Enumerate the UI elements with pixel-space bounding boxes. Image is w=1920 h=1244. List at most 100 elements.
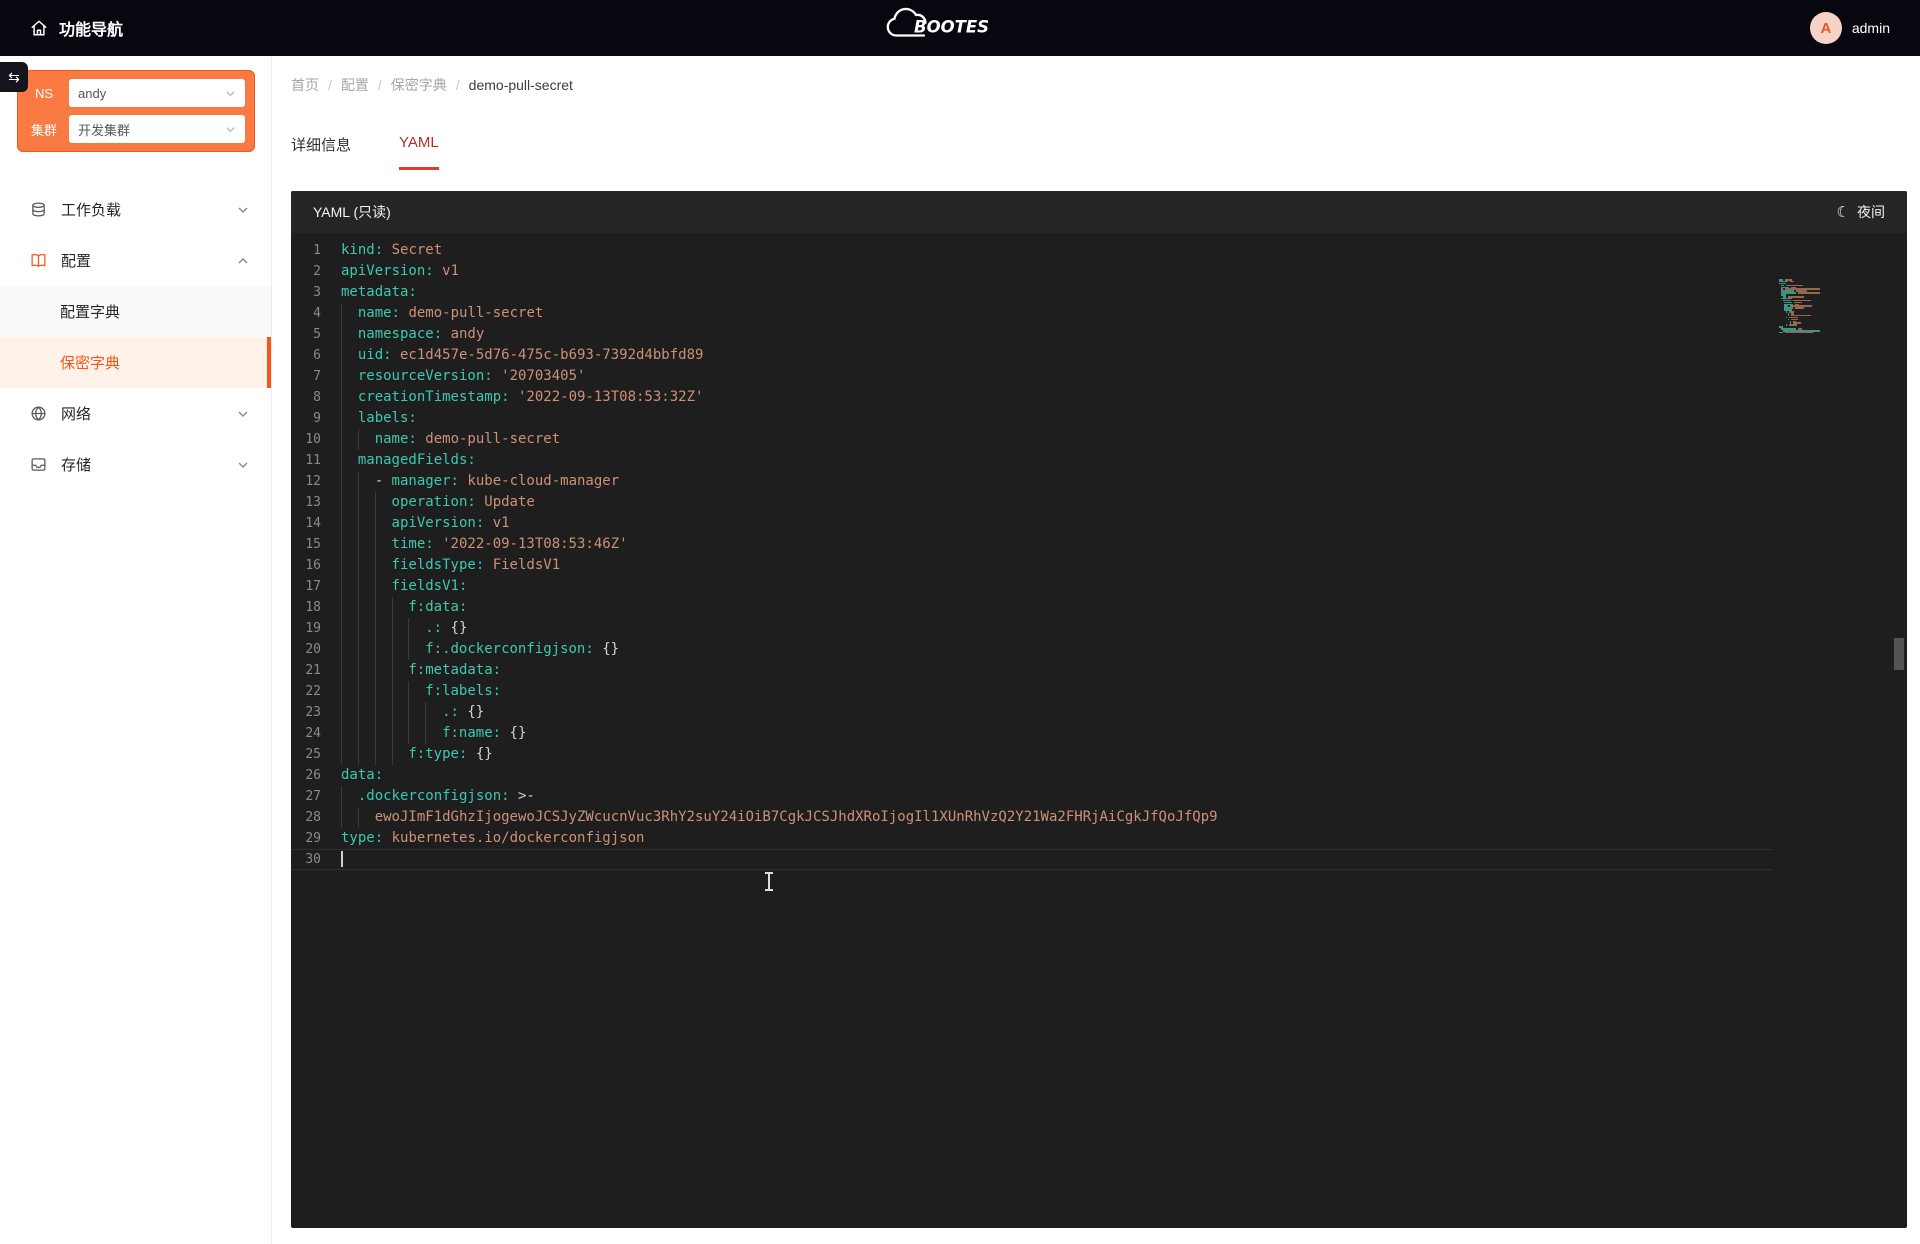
code-text: .: {} — [341, 618, 467, 639]
code-line[interactable]: 14apiVersion: v1 — [291, 513, 1907, 534]
code-line[interactable]: 10name: demo-pull-secret — [291, 429, 1907, 450]
code-line[interactable]: 30 — [291, 849, 1772, 870]
line-number[interactable]: 29 — [291, 828, 341, 849]
code-area[interactable]: 1kind: Secret2apiVersion: v13metadata:4n… — [291, 233, 1907, 1228]
username[interactable]: admin — [1852, 20, 1890, 36]
code-line[interactable]: 26data: — [291, 765, 1907, 786]
code-text: apiVersion: v1 — [341, 513, 510, 534]
line-number[interactable]: 27 — [291, 786, 341, 807]
code-line[interactable]: 24f:name: {} — [291, 723, 1907, 744]
sidebar-menu: 工作负载 配置 配置字典 保密字典 网 — [0, 184, 271, 490]
code-line[interactable]: 21f:metadata: — [291, 660, 1907, 681]
code-line[interactable]: 19.: {} — [291, 618, 1907, 639]
avatar[interactable]: A — [1810, 12, 1842, 44]
tab-yaml[interactable]: YAML — [399, 134, 439, 170]
code-text: fieldsType: FieldsV1 — [341, 555, 560, 576]
code-line[interactable]: 22f:labels: — [291, 681, 1907, 702]
code-line[interactable]: 13operation: Update — [291, 492, 1907, 513]
minimap[interactable] — [1779, 279, 1885, 336]
sidebar-item-network[interactable]: 网络 — [0, 388, 271, 439]
namespace-row: NS andy — [27, 79, 245, 107]
line-number[interactable]: 11 — [291, 450, 341, 471]
chevron-down-icon — [225, 88, 236, 99]
breadcrumb-secret[interactable]: 保密字典 — [391, 75, 447, 95]
line-number[interactable]: 1 — [291, 240, 341, 261]
code-line[interactable]: 17fieldsV1: — [291, 576, 1907, 597]
chevron-down-icon — [237, 204, 249, 216]
line-number[interactable]: 24 — [291, 723, 341, 744]
code-line[interactable]: 5namespace: andy — [291, 324, 1907, 345]
line-number[interactable]: 3 — [291, 282, 341, 303]
sidebar-item-secret[interactable]: 保密字典 — [0, 337, 271, 388]
code-line[interactable]: 29type: kubernetes.io/dockerconfigjson — [291, 828, 1907, 849]
menu-label: 网络 — [61, 403, 91, 424]
line-number[interactable]: 21 — [291, 660, 341, 681]
line-number[interactable]: 23 — [291, 702, 341, 723]
line-number[interactable]: 10 — [291, 429, 341, 450]
code-line[interactable]: 20f:.dockerconfigjson: {} — [291, 639, 1907, 660]
line-number[interactable]: 4 — [291, 303, 341, 324]
code-line[interactable]: 3metadata: — [291, 282, 1907, 303]
code-line[interactable]: 9labels: — [291, 408, 1907, 429]
sidebar-item-workloads[interactable]: 工作负载 — [0, 184, 271, 235]
line-number[interactable]: 8 — [291, 387, 341, 408]
cluster-select[interactable]: 开发集群 — [69, 115, 245, 143]
code-line[interactable]: 25f:type: {} — [291, 744, 1907, 765]
line-number[interactable]: 7 — [291, 366, 341, 387]
line-number[interactable]: 25 — [291, 744, 341, 765]
line-number[interactable]: 30 — [291, 849, 341, 870]
line-number[interactable]: 19 — [291, 618, 341, 639]
code-text: operation: Update — [341, 492, 535, 513]
sidebar-item-storage[interactable]: 存储 — [0, 439, 271, 490]
code-line[interactable]: 15time: '2022-09-13T08:53:46Z' — [291, 534, 1907, 555]
code-line[interactable]: 18f:data: — [291, 597, 1907, 618]
line-number[interactable]: 6 — [291, 345, 341, 366]
code-line[interactable]: 12- manager: kube-cloud-manager — [291, 471, 1907, 492]
line-number[interactable]: 5 — [291, 324, 341, 345]
code-line[interactable]: 27.dockerconfigjson: >- — [291, 786, 1907, 807]
theme-toggle-button[interactable]: ☾ 夜间 — [1837, 202, 1885, 222]
sidebar-collapse-button[interactable]: ⇆ — [0, 62, 28, 92]
code-line[interactable]: 11managedFields: — [291, 450, 1907, 471]
code-line[interactable]: 8creationTimestamp: '2022-09-13T08:53:32… — [291, 387, 1907, 408]
code-line[interactable]: 28ewoJImF1dGhzIjogewoJCSJyZWcucnVuc3RhY2… — [291, 807, 1907, 828]
line-number[interactable]: 26 — [291, 765, 341, 786]
code-line[interactable]: 6uid: ec1d457e-5d76-475c-b693-7392d4bbfd… — [291, 345, 1907, 366]
tab-details[interactable]: 详细信息 — [291, 134, 351, 170]
menu-label: 工作负载 — [61, 199, 121, 220]
code-line[interactable]: 1kind: Secret — [291, 240, 1907, 261]
nav-home[interactable]: 功能导航 — [30, 16, 123, 40]
sidebar-item-config[interactable]: 配置 — [0, 235, 271, 286]
breadcrumb-config[interactable]: 配置 — [341, 75, 369, 95]
code-line[interactable]: 23.: {} — [291, 702, 1907, 723]
breadcrumb-separator: / — [378, 77, 382, 93]
line-number[interactable]: 14 — [291, 513, 341, 534]
code-line[interactable]: 4name: demo-pull-secret — [291, 303, 1907, 324]
menu-label: 保密字典 — [60, 352, 120, 373]
line-number[interactable]: 12 — [291, 471, 341, 492]
sidebar-item-configmap[interactable]: 配置字典 — [0, 286, 271, 337]
code-text: name: demo-pull-secret — [341, 429, 560, 450]
code-line[interactable]: 16fieldsType: FieldsV1 — [291, 555, 1907, 576]
code-line[interactable]: 7resourceVersion: '20703405' — [291, 366, 1907, 387]
line-number[interactable]: 20 — [291, 639, 341, 660]
line-number[interactable]: 28 — [291, 807, 341, 828]
menu-label: 配置字典 — [60, 301, 120, 322]
line-number[interactable]: 16 — [291, 555, 341, 576]
cluster-row: 集群 开发集群 — [27, 115, 245, 143]
scrollbar-thumb[interactable] — [1894, 638, 1904, 670]
line-number[interactable]: 9 — [291, 408, 341, 429]
line-number[interactable]: 13 — [291, 492, 341, 513]
code-text: f:.dockerconfigjson: {} — [341, 639, 619, 660]
namespace-select[interactable]: andy — [69, 79, 245, 107]
brand-text: BOOTES — [914, 18, 989, 37]
breadcrumb-home[interactable]: 首页 — [291, 75, 319, 95]
line-number[interactable]: 17 — [291, 576, 341, 597]
config-submenu: 配置字典 保密字典 — [0, 286, 271, 388]
line-number[interactable]: 15 — [291, 534, 341, 555]
line-number[interactable]: 18 — [291, 597, 341, 618]
code-line[interactable]: 2apiVersion: v1 — [291, 261, 1907, 282]
line-number[interactable]: 22 — [291, 681, 341, 702]
mouse-text-cursor — [768, 873, 770, 890]
line-number[interactable]: 2 — [291, 261, 341, 282]
